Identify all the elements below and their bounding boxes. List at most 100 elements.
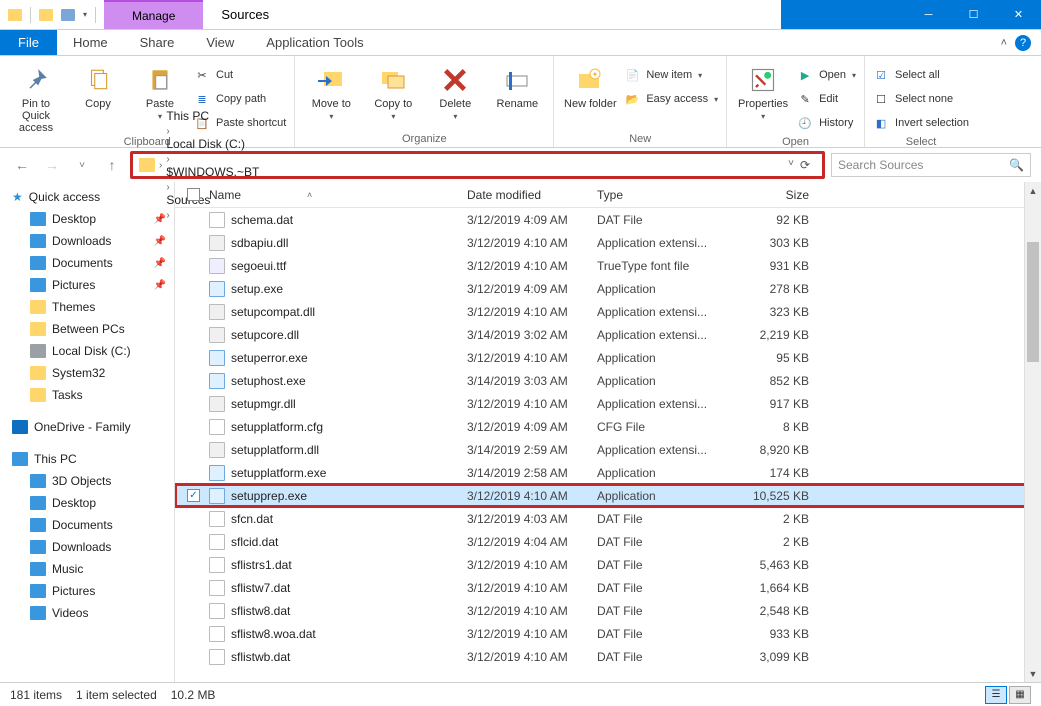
scrollbar[interactable]: ▲ ▼ — [1024, 182, 1041, 682]
tree-item[interactable]: Videos — [0, 602, 174, 624]
tree-quick-access[interactable]: ★Quick access — [0, 186, 174, 208]
recent-dropdown[interactable]: ˅ — [70, 153, 94, 177]
tab-share[interactable]: Share — [124, 30, 191, 55]
invert-selection-button[interactable]: ◧Invert selection — [873, 112, 969, 134]
edit-button[interactable]: ✎Edit — [797, 88, 856, 110]
tree-onedrive[interactable]: OneDrive - Family — [0, 416, 174, 438]
chevron-right-icon[interactable]: › — [166, 126, 169, 137]
select-none-button[interactable]: ☐Select none — [873, 88, 969, 110]
select-all-checkbox[interactable] — [187, 188, 200, 201]
file-row[interactable]: setupplatform.exe3/14/2019 2:58 AMApplic… — [175, 461, 1041, 484]
close-button[interactable]: ✕ — [996, 8, 1041, 21]
refresh-icon[interactable]: ⟳ — [800, 158, 810, 172]
new-folder-button[interactable]: ✦ New folder — [562, 60, 618, 110]
up-button[interactable]: ↑ — [100, 153, 124, 177]
qat-dropdown-icon[interactable]: ▾ — [83, 10, 87, 19]
pin-to-quick-access-button[interactable]: Pin to Quick access — [8, 60, 64, 134]
tree-item[interactable]: Themes — [0, 296, 174, 318]
tree-item[interactable]: Pictures — [0, 580, 174, 602]
easy-access-button[interactable]: 📂Easy access ▾ — [624, 88, 718, 110]
scroll-up-icon[interactable]: ▲ — [1025, 182, 1041, 199]
tree-item[interactable]: Downloads — [0, 536, 174, 558]
file-row[interactable]: setuperror.exe3/12/2019 4:10 AMApplicati… — [175, 346, 1041, 369]
tree-item[interactable]: 3D Objects — [0, 470, 174, 492]
tree-item[interactable]: Documents📌 — [0, 252, 174, 274]
cut-button[interactable]: ✂Cut — [194, 64, 286, 86]
file-row[interactable]: setup.exe3/12/2019 4:09 AMApplication278… — [175, 277, 1041, 300]
forward-button[interactable]: → — [40, 153, 64, 177]
column-headers[interactable]: Name˄ Date modified Type Size — [175, 182, 1041, 208]
file-size: 10,525 KB — [729, 489, 809, 503]
row-checkbox[interactable]: ✓ — [187, 489, 200, 502]
details-view-button[interactable]: ☰ — [985, 686, 1007, 704]
tree-item[interactable]: Documents — [0, 514, 174, 536]
file-row[interactable]: sflistw8.dat3/12/2019 4:10 AMDAT File2,5… — [175, 599, 1041, 622]
rename-button[interactable]: Rename — [489, 60, 545, 110]
tree-item[interactable]: Desktop📌 — [0, 208, 174, 230]
file-row[interactable]: ✓setupprep.exe3/12/2019 4:10 AMApplicati… — [175, 484, 1041, 507]
tab-file[interactable]: File — [0, 30, 57, 55]
file-row[interactable]: sfcn.dat3/12/2019 4:03 AMDAT File2 KB — [175, 507, 1041, 530]
minimize-button[interactable]: ─ — [906, 8, 951, 21]
tab-view[interactable]: View — [190, 30, 250, 55]
file-row[interactable]: setupplatform.dll3/14/2019 2:59 AMApplic… — [175, 438, 1041, 461]
back-button[interactable]: ← — [10, 153, 34, 177]
navigation-pane[interactable]: ★Quick access Desktop📌Downloads📌Document… — [0, 182, 175, 682]
qat-item[interactable] — [61, 9, 75, 21]
tree-item[interactable]: Tasks — [0, 384, 174, 406]
contextual-tab-manage[interactable]: Manage — [104, 0, 203, 29]
file-row[interactable]: sflistw7.dat3/12/2019 4:10 AMDAT File1,6… — [175, 576, 1041, 599]
file-row[interactable]: sflcid.dat3/12/2019 4:04 AMDAT File2 KB — [175, 530, 1041, 553]
thumbnails-view-button[interactable]: ▦ — [1009, 686, 1031, 704]
file-date: 3/12/2019 4:09 AM — [467, 282, 597, 296]
tree-item[interactable]: Local Disk (C:) — [0, 340, 174, 362]
file-row[interactable]: setupplatform.cfg3/12/2019 4:09 AMCFG Fi… — [175, 415, 1041, 438]
ribbon-collapse-icon[interactable]: ˄ — [1001, 37, 1007, 49]
chevron-right-icon[interactable]: › — [166, 154, 169, 165]
file-date: 3/12/2019 4:03 AM — [467, 512, 597, 526]
file-row[interactable]: sflistwb.dat3/12/2019 4:10 AMDAT File3,0… — [175, 645, 1041, 668]
tree-item[interactable]: Music — [0, 558, 174, 580]
copy-button[interactable]: Copy — [70, 60, 126, 110]
tab-application-tools[interactable]: Application Tools — [250, 30, 379, 55]
scroll-down-icon[interactable]: ▼ — [1025, 665, 1041, 682]
column-name[interactable]: Name˄ — [209, 188, 467, 202]
open-button[interactable]: ▶Open ▾ — [797, 64, 856, 86]
file-row[interactable]: setuphost.exe3/14/2019 3:03 AMApplicatio… — [175, 369, 1041, 392]
new-item-button[interactable]: 📄New item ▾ — [624, 64, 718, 86]
file-name: setupplatform.cfg — [231, 420, 323, 434]
copy-path-button[interactable]: ≣Copy path — [194, 88, 286, 110]
help-icon[interactable]: ? — [1015, 35, 1031, 51]
file-row[interactable]: sflistrs1.dat3/12/2019 4:10 AMDAT File5,… — [175, 553, 1041, 576]
column-size[interactable]: Size — [729, 188, 809, 202]
file-row[interactable]: sflistw8.woa.dat3/12/2019 4:10 AMDAT Fil… — [175, 622, 1041, 645]
file-row[interactable]: segoeui.ttf3/12/2019 4:10 AMTrueType fon… — [175, 254, 1041, 277]
column-date[interactable]: Date modified — [467, 188, 597, 202]
tree-this-pc[interactable]: This PC — [0, 448, 174, 470]
chevron-right-icon[interactable]: › — [159, 160, 162, 171]
search-input[interactable]: Search Sources 🔍 — [831, 153, 1031, 177]
file-row[interactable]: setupmgr.dll3/12/2019 4:10 AMApplication… — [175, 392, 1041, 415]
select-all-button[interactable]: ☑Select all — [873, 64, 969, 86]
file-row[interactable]: setupcore.dll3/14/2019 3:02 AMApplicatio… — [175, 323, 1041, 346]
tree-item[interactable]: System32 — [0, 362, 174, 384]
address-dropdown-icon[interactable]: ˅ — [788, 158, 794, 172]
file-type: DAT File — [597, 650, 729, 664]
breadcrumb-segment[interactable]: Local Disk (C:) — [166, 137, 259, 151]
breadcrumb-segment[interactable]: This PC — [166, 109, 259, 123]
tab-home[interactable]: Home — [57, 30, 124, 55]
tree-item[interactable]: Between PCs — [0, 318, 174, 340]
file-row[interactable]: schema.dat3/12/2019 4:09 AMDAT File92 KB — [175, 208, 1041, 231]
file-name: setupcompat.dll — [231, 305, 315, 319]
maximize-button[interactable]: ☐ — [951, 8, 996, 21]
new-item-icon: 📄 — [624, 67, 640, 83]
tree-item[interactable]: Downloads📌 — [0, 230, 174, 252]
qat-item[interactable] — [39, 9, 53, 21]
tree-item[interactable]: Pictures📌 — [0, 274, 174, 296]
breadcrumb-segment[interactable]: $WINDOWS.~BT — [166, 165, 259, 179]
scroll-thumb[interactable] — [1027, 242, 1039, 362]
column-type[interactable]: Type — [597, 188, 729, 202]
file-row[interactable]: setupcompat.dll3/12/2019 4:10 AMApplicat… — [175, 300, 1041, 323]
file-row[interactable]: sdbapiu.dll3/12/2019 4:10 AMApplication … — [175, 231, 1041, 254]
tree-item[interactable]: Desktop — [0, 492, 174, 514]
